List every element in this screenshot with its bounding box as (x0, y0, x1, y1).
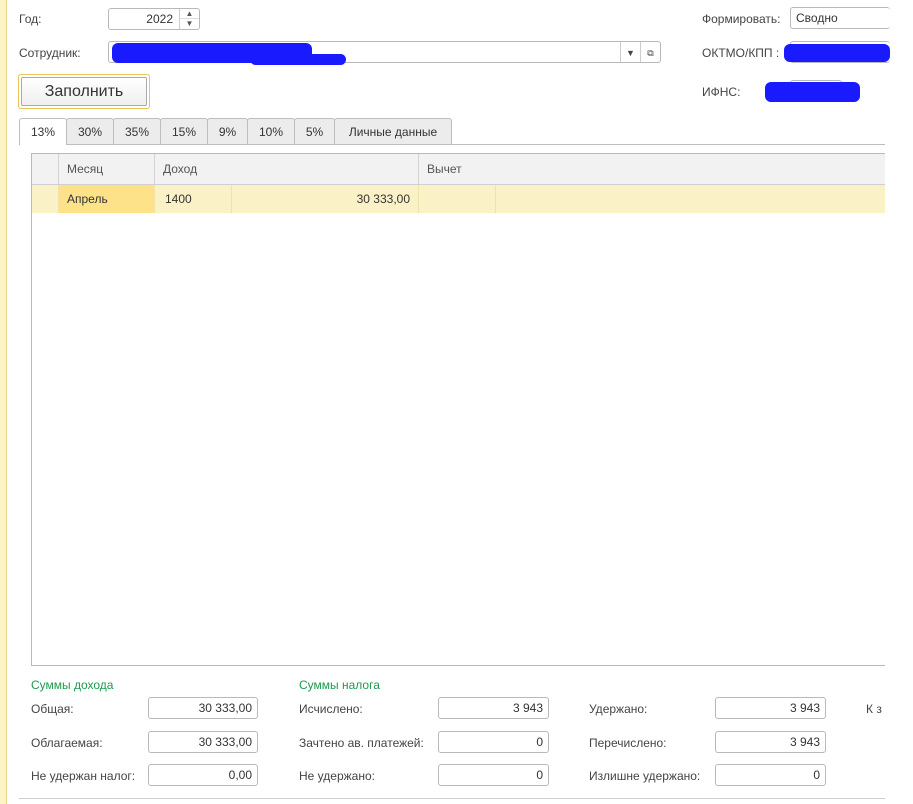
spin-down-icon[interactable]: ▼ (180, 19, 199, 29)
cell-income-amount[interactable]: 30 333,00 (232, 185, 419, 213)
data-table[interactable]: Месяц Доход Вычет Апрель 1400 30 333,00 (31, 153, 885, 666)
tab-10[interactable]: 10% (247, 118, 295, 144)
row-selector-header (32, 154, 59, 184)
tab-label: 10% (258, 124, 284, 139)
cell-deduction-code[interactable] (419, 185, 496, 213)
income-total-label: Общая: (31, 702, 74, 716)
tab-divider (19, 144, 885, 145)
year-value: 2022 (146, 12, 173, 26)
oktmo-redaction (784, 44, 890, 62)
form-value: Сводно (796, 11, 838, 25)
dropdown-arrow-icon[interactable]: ▼ (620, 42, 640, 62)
tab-15[interactable]: 15% (160, 118, 208, 144)
tab-personal-data[interactable]: Личные данные (334, 118, 452, 144)
form-select[interactable]: Сводно (790, 7, 890, 29)
income-total-field[interactable]: 30 333,00 (148, 697, 258, 719)
column-month[interactable]: Месяц (59, 154, 155, 184)
ifns-redaction (765, 82, 860, 102)
tax-excess-label: Излишне удержано: (589, 769, 701, 783)
tax-advance-field[interactable]: 0 (438, 731, 549, 753)
fill-button[interactable]: Заполнить (18, 74, 150, 109)
tab-label: Личные данные (348, 124, 438, 139)
tax-advance-label: Зачтено ав. платежей: (299, 736, 424, 750)
tax-calculated-label: Исчислено: (299, 702, 363, 716)
year-label: Год: (19, 12, 42, 26)
table-header: Месяц Доход Вычет (32, 154, 885, 185)
form-label: Формировать: (702, 12, 781, 26)
tab-13[interactable]: 13% (19, 118, 67, 145)
open-icon[interactable]: ⧉ (640, 42, 660, 62)
fill-button-label: Заполнить (21, 77, 147, 106)
tab-9[interactable]: 9% (207, 118, 248, 144)
tab-label: 35% (124, 124, 150, 139)
tax-transferred-label: Перечислено: (589, 736, 667, 750)
year-field[interactable]: 2022 ▲ ▼ (108, 8, 200, 30)
year-spinner[interactable]: ▲ ▼ (179, 9, 199, 29)
tab-label: 5% (305, 124, 324, 139)
income-taxable-field[interactable]: 30 333,00 (148, 731, 258, 753)
income-not-withheld-field[interactable]: 0,00 (148, 764, 258, 786)
tab-5[interactable]: 5% (294, 118, 335, 144)
income-sums-title: Суммы дохода (31, 678, 114, 692)
tax-not-withheld-label: Не удержано: (299, 769, 375, 783)
oktmo-label: ОКТМО/КПП : (702, 46, 780, 60)
cut-off-label: К з (866, 702, 882, 716)
tax-transferred-field[interactable]: 3 943 (715, 731, 826, 753)
bottom-divider (19, 798, 885, 799)
tab-30[interactable]: 30% (66, 118, 114, 144)
cell-deduction-amount[interactable] (496, 185, 886, 213)
tax-withheld-label: Удержано: (589, 702, 648, 716)
income-not-withheld-label: Не удержан налог: (31, 769, 136, 783)
tax-withheld-field[interactable]: 3 943 (715, 697, 826, 719)
tab-label: 15% (171, 124, 197, 139)
tab-35[interactable]: 35% (113, 118, 161, 144)
employee-label: Сотрудник: (19, 46, 81, 60)
tax-excess-field[interactable]: 0 (715, 764, 826, 786)
row-selector[interactable] (32, 185, 59, 213)
employee-redaction-tail (250, 54, 346, 65)
tax-calculated-field[interactable]: 3 943 (438, 697, 549, 719)
table-row[interactable]: Апрель 1400 30 333,00 (32, 185, 885, 213)
spin-up-icon[interactable]: ▲ (180, 9, 199, 19)
tab-label: 30% (77, 124, 103, 139)
ifns-label: ИФНС: (702, 85, 741, 99)
column-income[interactable]: Доход (155, 154, 419, 184)
tax-sums-title: Суммы налога (299, 678, 380, 692)
income-taxable-label: Облагаемая: (31, 736, 103, 750)
tax-not-withheld-field[interactable]: 0 (438, 764, 549, 786)
column-deduction[interactable]: Вычет (419, 154, 886, 184)
tab-label: 9% (218, 124, 237, 139)
cell-month[interactable]: Апрель (59, 185, 155, 213)
tab-label: 13% (30, 125, 56, 139)
cell-income-code[interactable]: 1400 (155, 185, 232, 213)
left-panel-strip (0, 0, 7, 804)
